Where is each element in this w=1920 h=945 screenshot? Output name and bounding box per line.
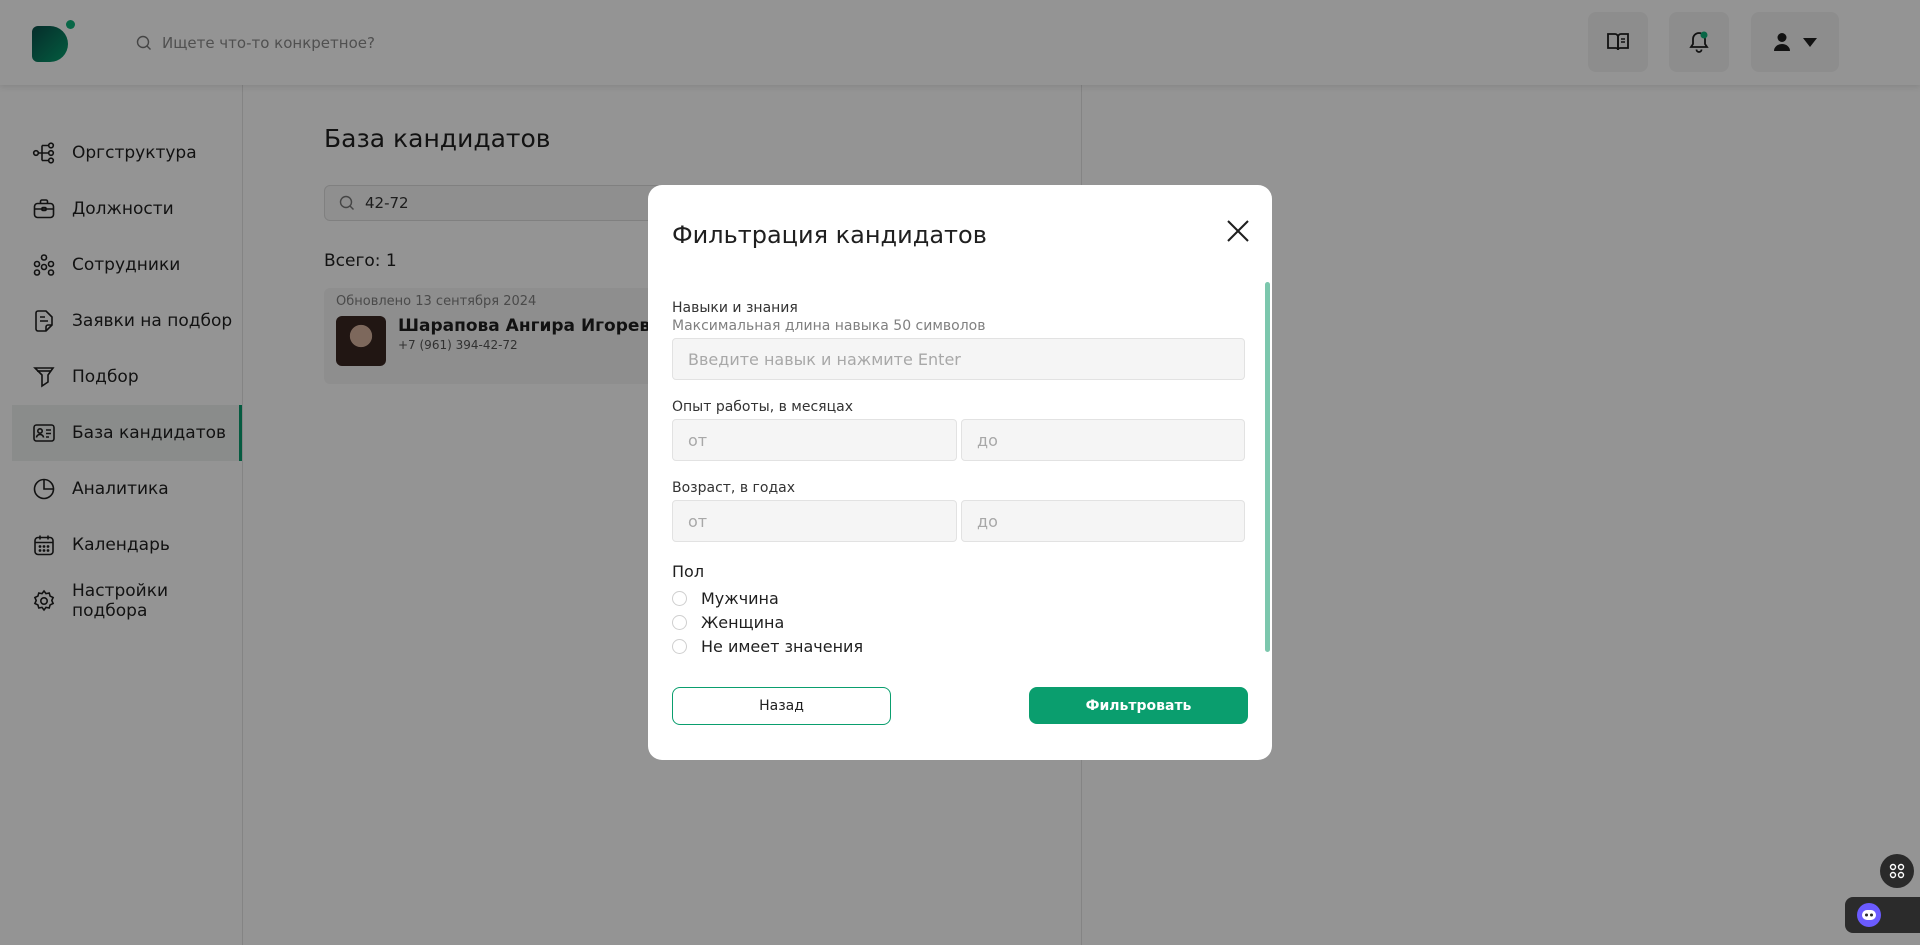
skills-hint: Максимальная длина навыка 50 символов — [672, 318, 986, 334]
experience-from-input[interactable]: от — [672, 419, 957, 461]
skills-input[interactable]: Введите навык и нажмите Enter — [672, 338, 1245, 380]
gender-option-any[interactable]: Не имеет значения — [672, 637, 863, 656]
modal-title: Фильтрация кандидатов — [672, 221, 987, 249]
age-to-input[interactable]: до — [961, 500, 1245, 542]
skills-input-placeholder[interactable]: Введите навык и нажмите Enter — [688, 350, 961, 369]
filter-modal: Фильтрация кандидатов Навыки и знания Ма… — [648, 185, 1272, 760]
assistant-icon — [1857, 903, 1881, 927]
radio-button[interactable] — [672, 591, 687, 606]
radio-label[interactable]: Мужчина — [701, 589, 779, 608]
gender-option-female[interactable]: Женщина — [672, 613, 784, 632]
age-from-placeholder[interactable]: от — [688, 512, 707, 531]
apps-grid-button[interactable] — [1880, 854, 1914, 888]
radio-label[interactable]: Не имеет значения — [701, 637, 863, 656]
experience-from-placeholder[interactable]: от — [688, 431, 707, 450]
age-label: Возраст, в годах — [672, 480, 795, 496]
skills-label: Навыки и знания — [672, 300, 798, 316]
radio-label[interactable]: Женщина — [701, 613, 784, 632]
age-from-input[interactable]: от — [672, 500, 957, 542]
gender-title: Пол — [672, 562, 705, 581]
grid-icon — [1889, 863, 1905, 879]
experience-label: Опыт работы, в месяцах — [672, 399, 853, 415]
close-icon[interactable] — [1224, 217, 1252, 245]
chat-assistant-widget[interactable] — [1845, 897, 1920, 933]
gender-option-male[interactable]: Мужчина — [672, 589, 779, 608]
filter-button[interactable]: Фильтровать — [1029, 687, 1248, 724]
experience-to-placeholder[interactable]: до — [977, 431, 998, 450]
radio-button[interactable] — [672, 639, 687, 654]
modal-scrollbar[interactable] — [1265, 282, 1270, 652]
radio-button[interactable] — [672, 615, 687, 630]
experience-to-input[interactable]: до — [961, 419, 1245, 461]
age-to-placeholder[interactable]: до — [977, 512, 998, 531]
back-button[interactable]: Назад — [672, 687, 891, 725]
